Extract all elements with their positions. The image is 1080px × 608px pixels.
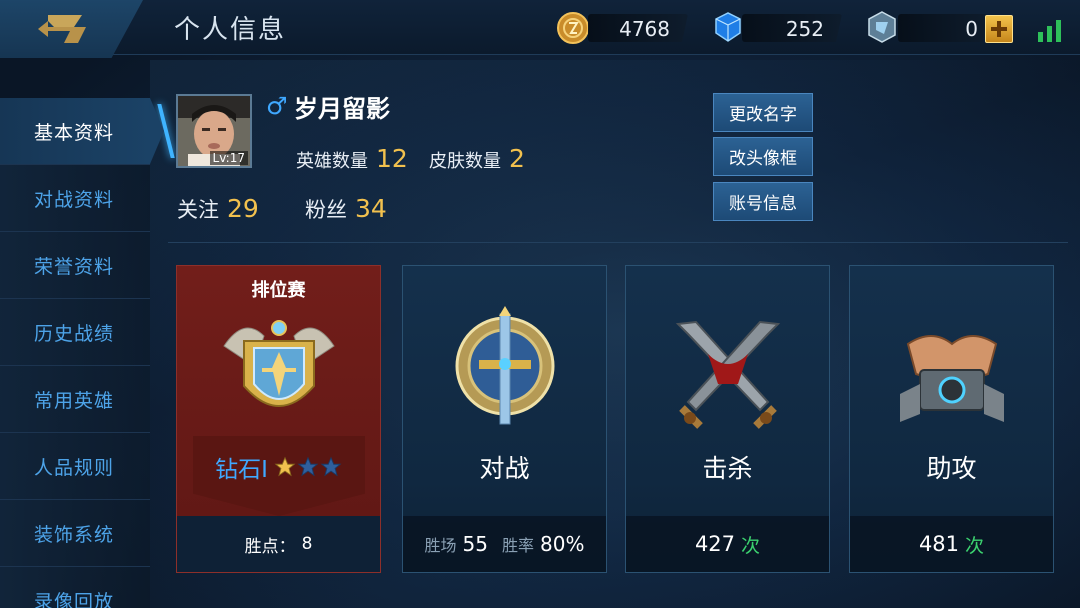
player-name: 岁月留影 bbox=[294, 95, 390, 123]
sidebar-item-battle-info[interactable]: 对战资料 bbox=[0, 165, 150, 232]
rank-points: 胜点： 8 bbox=[177, 516, 380, 572]
plus-icon bbox=[991, 21, 1007, 37]
account-info-button[interactable]: 账号信息 bbox=[713, 182, 813, 221]
top-bar: 个人信息 4768 252 0 bbox=[0, 0, 1080, 58]
sidebar-item-credit-rules[interactable]: 人品规则 bbox=[0, 433, 150, 500]
kills-stats: 427 次 bbox=[626, 516, 829, 572]
wins-value: 55 bbox=[462, 532, 488, 556]
back-button[interactable] bbox=[0, 0, 143, 58]
male-gender-icon: ♂ bbox=[266, 92, 288, 120]
skins-label: 皮肤数量 bbox=[429, 151, 501, 172]
coupon-balance: 0 bbox=[898, 14, 988, 42]
rank-stars bbox=[274, 456, 342, 478]
kills-title: 击杀 bbox=[702, 454, 753, 483]
sidebar-item-replays[interactable]: 录像回放 bbox=[0, 567, 150, 608]
assists-unit: 次 bbox=[965, 534, 985, 557]
rank-tier-row: 钻石I bbox=[177, 450, 380, 484]
ranked-title: 排位赛 bbox=[251, 280, 306, 301]
battle-title: 对战 bbox=[479, 454, 530, 483]
diamond-balance: 252 bbox=[742, 14, 842, 42]
winrate-label: 胜率 bbox=[502, 536, 535, 555]
avatar-frame-button[interactable]: 改头像框 bbox=[713, 137, 813, 176]
assists-stats: 481 次 bbox=[850, 516, 1053, 572]
handshake-icon bbox=[899, 335, 1004, 422]
player-level: Lv:17 bbox=[209, 151, 248, 165]
sword-shield-icon bbox=[455, 306, 554, 425]
add-coupon-button[interactable] bbox=[985, 15, 1013, 43]
kills-value: 427 bbox=[694, 532, 736, 556]
assists-title: 助攻 bbox=[926, 454, 977, 483]
fans-count: 34 bbox=[355, 194, 387, 223]
star-empty-icon bbox=[320, 456, 342, 477]
diamond-value: 252 bbox=[785, 17, 824, 41]
follow-stat[interactable]: 关注 29 bbox=[177, 194, 259, 224]
page-title: 个人信息 bbox=[174, 15, 287, 45]
kills-unit: 次 bbox=[741, 534, 761, 557]
sidebar-item-common-heroes[interactable]: 常用英雄 bbox=[0, 366, 150, 433]
kills-card[interactable]: 击杀 427 次 bbox=[625, 265, 830, 573]
heroes-stat: 英雄数量 12 bbox=[296, 144, 408, 173]
fans-stat[interactable]: 粉丝 34 bbox=[305, 194, 387, 224]
gold-balance: 4768 bbox=[588, 14, 688, 42]
skins-stat: 皮肤数量 2 bbox=[429, 144, 525, 173]
gold-coin-icon bbox=[556, 11, 590, 49]
battle-card[interactable]: 对战 胜场 55 胜率 80% bbox=[402, 265, 607, 573]
assists-value: 481 bbox=[918, 532, 960, 556]
rank-points-label: 胜点： bbox=[244, 536, 296, 557]
rename-button[interactable]: 更改名字 bbox=[713, 93, 813, 132]
divider bbox=[168, 242, 1068, 243]
assists-card[interactable]: 助攻 481 次 bbox=[849, 265, 1054, 573]
coupon-gem-icon bbox=[866, 10, 898, 48]
battle-stats: 胜场 55 胜率 80% bbox=[403, 516, 606, 572]
sidebar-item-decoration[interactable]: 装饰系统 bbox=[0, 500, 150, 567]
crossed-swords-icon bbox=[675, 320, 780, 429]
rank-points-value: 8 bbox=[301, 534, 313, 554]
skins-count: 2 bbox=[509, 144, 525, 173]
heroes-label: 英雄数量 bbox=[296, 151, 368, 172]
sidebar: 基本资料 对战资料 荣誉资料 历史战绩 常用英雄 人品规则 装饰系统 录像回放 bbox=[0, 98, 164, 608]
back-arrow-icon bbox=[38, 15, 86, 43]
sidebar-item-honor-info[interactable]: 荣誉资料 bbox=[0, 232, 150, 299]
sidebar-item-basic-info[interactable]: 基本资料 bbox=[0, 98, 164, 165]
winrate-value: 80% bbox=[540, 532, 585, 556]
diamond-icon bbox=[710, 9, 746, 49]
diamond-rank-emblem-icon bbox=[222, 320, 335, 407]
coupon-value: 0 bbox=[965, 17, 978, 41]
follow-count: 29 bbox=[227, 194, 259, 223]
follow-label: 关注 bbox=[177, 198, 219, 222]
wins-label: 胜场 bbox=[424, 536, 457, 555]
avatar[interactable]: Lv:17 bbox=[176, 94, 252, 168]
sidebar-item-match-history[interactable]: 历史战绩 bbox=[0, 299, 150, 366]
gold-value: 4768 bbox=[619, 17, 670, 41]
fans-label: 粉丝 bbox=[305, 198, 347, 222]
ranked-card[interactable]: 排位赛 钻石I 胜点： 8 bbox=[176, 265, 381, 573]
heroes-count: 12 bbox=[376, 144, 408, 173]
network-signal-icon bbox=[1038, 18, 1068, 42]
star-empty-icon bbox=[297, 456, 319, 477]
rank-tier: 钻石I bbox=[215, 457, 268, 483]
star-filled-icon bbox=[274, 456, 296, 477]
